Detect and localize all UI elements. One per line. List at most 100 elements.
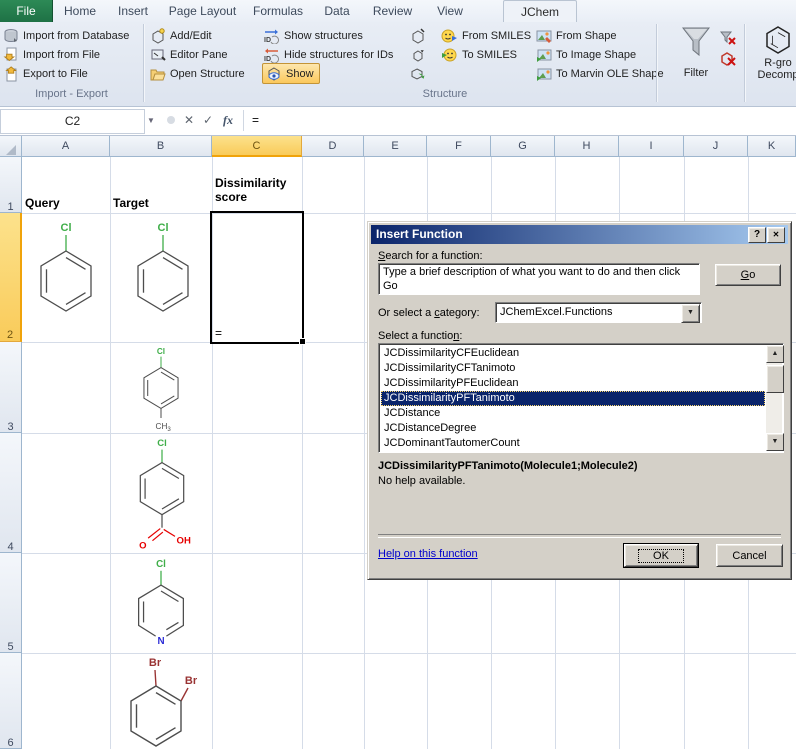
row-header-5[interactable]: 5 bbox=[0, 553, 22, 653]
cell-c1[interactable]: Dissimilarity score bbox=[215, 176, 286, 204]
formula-bar: C2 ▼ ✕ ✓ fx = bbox=[0, 107, 796, 136]
function-item[interactable]: JCDissimilarityCFTanimoto bbox=[381, 361, 765, 376]
open-structure-button[interactable]: Open Structure bbox=[150, 64, 245, 83]
structure-tool-convert-button[interactable] bbox=[410, 64, 426, 83]
to-smiles-button[interactable]: To SMILES bbox=[441, 45, 517, 64]
cell-b1[interactable]: Target bbox=[113, 196, 149, 210]
function-item[interactable]: JCDistance bbox=[381, 406, 765, 421]
category-value: JChemExcel.Functions bbox=[500, 306, 613, 318]
to-image-shape-button[interactable]: To Image Shape bbox=[536, 45, 636, 64]
dialog-help-button[interactable]: ? bbox=[748, 227, 766, 243]
add-edit-button[interactable]: Add/Edit bbox=[150, 26, 212, 45]
select-all-corner[interactable] bbox=[0, 136, 22, 157]
column-header-G[interactable]: G bbox=[491, 136, 555, 157]
cell-a1[interactable]: Query bbox=[25, 196, 60, 210]
row-header-2[interactable]: 2 bbox=[0, 213, 22, 342]
dialog-title: Insert Function bbox=[376, 227, 463, 241]
group-separator bbox=[143, 24, 145, 102]
function-item-selected[interactable]: JCDissimilarityPFTanimoto bbox=[381, 391, 765, 406]
formula-bar-divider bbox=[243, 110, 244, 131]
dialog-title-bar[interactable]: Insert Function bbox=[371, 225, 788, 244]
column-header-I[interactable]: I bbox=[619, 136, 684, 157]
help-on-function-link[interactable]: Help on this function bbox=[378, 548, 478, 560]
from-smiles-button[interactable]: From SMILES bbox=[441, 26, 531, 45]
funnel-icon bbox=[681, 25, 711, 67]
function-item[interactable]: JCDistanceDegree bbox=[381, 421, 765, 436]
hide-structures-for-ids-button[interactable]: ID Hide structures for IDs bbox=[263, 45, 393, 64]
svg-text:CH3: CH3 bbox=[156, 422, 172, 433]
function-item[interactable]: JCDissimilarityPFEuclidean bbox=[381, 376, 765, 391]
svg-text:N: N bbox=[157, 636, 164, 647]
tab-page-layout[interactable]: Page Layout bbox=[160, 0, 245, 22]
category-combobox[interactable]: JChemExcel.Functions ▼ bbox=[495, 302, 702, 323]
structure-tool-edit-button[interactable] bbox=[410, 26, 426, 45]
name-box-dropdown[interactable]: ▼ bbox=[143, 110, 159, 131]
go-button[interactable]: Go bbox=[715, 264, 781, 286]
dialog-close-button[interactable]: ✕ bbox=[767, 227, 785, 243]
cancel-button[interactable]: Cancel bbox=[716, 544, 783, 567]
editor-pane-icon bbox=[150, 47, 166, 63]
molecule-dibromobenzene-b6: Br Br bbox=[125, 654, 201, 749]
tab-view[interactable]: View bbox=[422, 0, 478, 22]
show-structures-button[interactable]: ID Show structures bbox=[263, 26, 363, 45]
column-header-E[interactable]: E bbox=[364, 136, 427, 157]
tab-review[interactable]: Review bbox=[365, 0, 420, 22]
function-listbox[interactable]: JCDissimilarityCFEuclidean JCDissimilari… bbox=[378, 343, 784, 453]
import-from-database-button[interactable]: Import from Database bbox=[3, 26, 129, 45]
remove-structure-filter-button[interactable] bbox=[720, 49, 737, 68]
column-header-C[interactable]: C bbox=[212, 136, 302, 157]
r-group-decomposition-button[interactable]: R-gro Decomp bbox=[748, 25, 796, 81]
funnel-clear-icon bbox=[720, 30, 737, 46]
search-input[interactable]: Type a brief description of what you wan… bbox=[378, 263, 700, 295]
enter-entry-button[interactable]: ✓ bbox=[199, 110, 217, 131]
active-cell-c2[interactable]: = bbox=[210, 211, 304, 344]
row-header-6[interactable]: 6 bbox=[0, 653, 22, 749]
category-dropdown-button[interactable]: ▼ bbox=[681, 304, 700, 323]
group-label-structure: Structure bbox=[330, 88, 560, 103]
column-header-D[interactable]: D bbox=[302, 136, 364, 157]
group-label-import-export: Import - Export bbox=[0, 88, 143, 103]
tab-home[interactable]: Home bbox=[54, 0, 106, 22]
filter-button[interactable]: Filter bbox=[668, 25, 724, 79]
tab-file[interactable]: File bbox=[0, 0, 53, 22]
insert-function-button[interactable]: fx bbox=[219, 110, 237, 131]
function-help-text: No help available. bbox=[378, 475, 465, 487]
tab-formulas[interactable]: Formulas bbox=[247, 0, 309, 22]
tab-data[interactable]: Data bbox=[311, 0, 363, 22]
export-to-file-button[interactable]: Export to File bbox=[3, 64, 88, 83]
listbox-scrollbar[interactable]: ▲ ▼ bbox=[766, 345, 782, 451]
molecule-chloropyridine-b5: Cl N bbox=[127, 556, 195, 650]
import-from-file-button[interactable]: Import from File bbox=[3, 45, 100, 64]
column-header-B[interactable]: B bbox=[110, 136, 212, 157]
show-toggle-button[interactable]: Show bbox=[262, 63, 320, 84]
column-header-J[interactable]: J bbox=[684, 136, 748, 157]
function-item[interactable]: JCDissimilarityCFEuclidean bbox=[381, 346, 765, 361]
cancel-entry-button[interactable]: ✕ bbox=[180, 110, 198, 131]
column-header-H[interactable]: H bbox=[555, 136, 619, 157]
molecule-chlorobenzoic-acid-b4: Cl O OH bbox=[129, 434, 195, 552]
ok-button[interactable]: OK bbox=[624, 544, 698, 567]
structure-tool-options-button[interactable] bbox=[411, 45, 427, 64]
ids-hide-icon: ID bbox=[263, 47, 280, 63]
tab-jchem[interactable]: JChem bbox=[503, 0, 577, 23]
column-header-K[interactable]: K bbox=[748, 136, 796, 157]
fill-handle[interactable] bbox=[299, 338, 306, 345]
svg-text:Cl: Cl bbox=[61, 222, 72, 234]
row-header-4[interactable]: 4 bbox=[0, 433, 22, 553]
function-item[interactable]: JCDominantTautomerCount bbox=[381, 436, 765, 450]
column-header-F[interactable]: F bbox=[427, 136, 491, 157]
tab-insert[interactable]: Insert bbox=[108, 0, 158, 22]
column-header-A[interactable]: A bbox=[22, 136, 110, 157]
to-marvin-ole-shape-button[interactable]: To Marvin OLE Shape bbox=[536, 64, 664, 83]
editor-pane-button[interactable]: Editor Pane bbox=[150, 45, 227, 64]
scrollbar-thumb[interactable] bbox=[766, 365, 784, 393]
clear-filter-button[interactable] bbox=[720, 28, 737, 47]
svg-text:Cl: Cl bbox=[158, 222, 169, 234]
name-box[interactable]: C2 bbox=[0, 109, 145, 134]
scroll-up-icon[interactable]: ▲ bbox=[766, 345, 784, 363]
formula-input[interactable]: = bbox=[252, 113, 259, 127]
row-header-1[interactable]: 1 bbox=[0, 157, 22, 213]
scroll-down-icon[interactable]: ▼ bbox=[766, 433, 784, 451]
from-shape-button[interactable]: From Shape bbox=[536, 26, 617, 45]
row-header-3[interactable]: 3 bbox=[0, 342, 22, 433]
